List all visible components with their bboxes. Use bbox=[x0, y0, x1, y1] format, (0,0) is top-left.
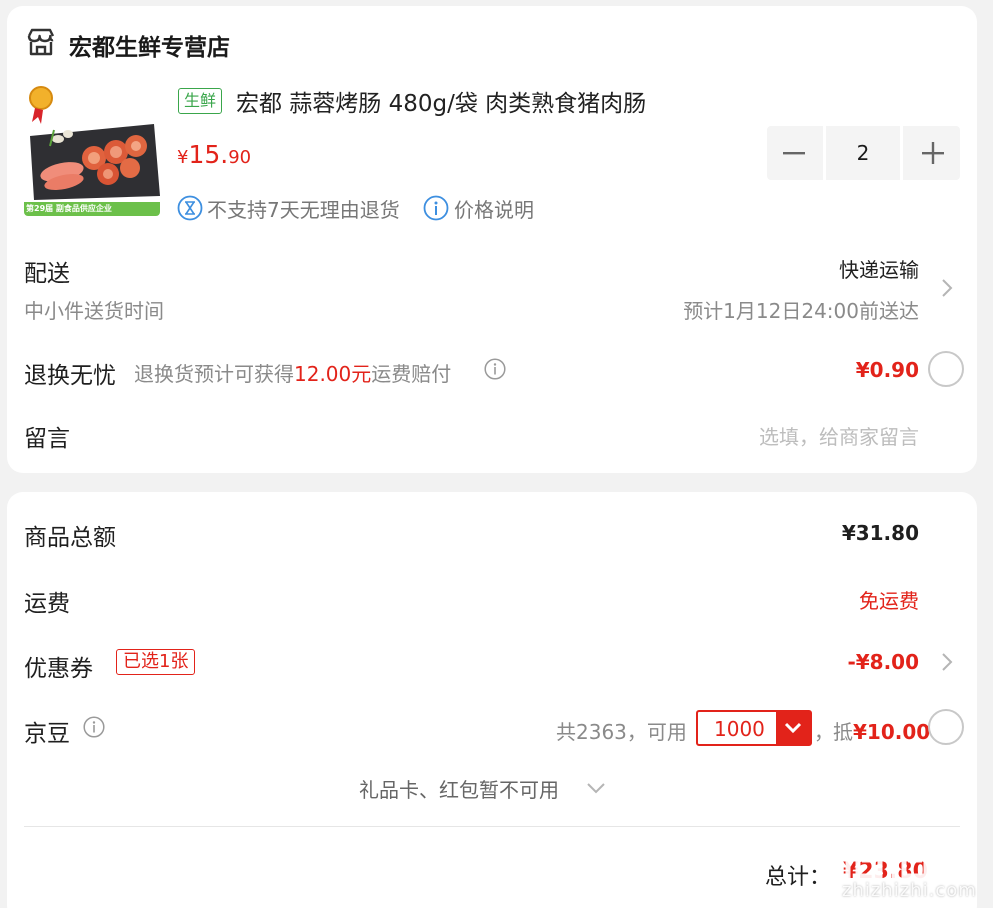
product-thumbnail[interactable]: 第29届 副食品供应企业 bbox=[24, 84, 160, 216]
no-return-policy: 不支持7天无理由退货 bbox=[207, 198, 400, 222]
message-label: 留言 bbox=[24, 426, 70, 452]
jd-bean-label: 京豆 bbox=[24, 721, 70, 747]
worry-free-label: 退换无忧 bbox=[24, 363, 116, 389]
jd-bean-selected-value: 1000 bbox=[714, 717, 765, 741]
freight-value: 免运费 bbox=[859, 589, 919, 613]
chevron-right-icon[interactable] bbox=[939, 276, 955, 300]
jd-bean-select[interactable]: 1000 bbox=[696, 710, 812, 746]
store-icon bbox=[27, 28, 55, 56]
price-decimal: 90 bbox=[228, 147, 252, 168]
chevron-down-icon bbox=[784, 722, 802, 734]
jd-bean-separator: ， bbox=[814, 720, 834, 744]
message-input[interactable]: 选填，给商家留言 bbox=[759, 421, 919, 450]
increase-button[interactable] bbox=[906, 126, 960, 180]
price-symbol: ¥ bbox=[177, 147, 189, 168]
shipping-label: 配送 bbox=[24, 261, 70, 287]
coupon-selected-tag[interactable]: 已选1张 bbox=[116, 649, 196, 675]
coupon-value[interactable]: -¥8.00 bbox=[847, 650, 919, 674]
price-integer: 15. bbox=[188, 140, 229, 169]
quantity-input[interactable]: 2 bbox=[823, 126, 903, 180]
goods-total-value: ¥31.80 bbox=[841, 521, 919, 545]
decrease-button[interactable] bbox=[767, 126, 821, 180]
divider bbox=[24, 826, 960, 827]
chevron-down-icon[interactable] bbox=[585, 781, 607, 795]
total-label: 总计： bbox=[765, 865, 832, 890]
worry-free-amount: 12.00元 bbox=[294, 362, 372, 386]
shop-name[interactable]: 宏都生鲜专营店 bbox=[69, 28, 230, 62]
goods-total-label: 商品总额 bbox=[24, 525, 116, 551]
coupon-label: 优惠券 bbox=[24, 656, 93, 682]
worry-free-radio[interactable] bbox=[928, 351, 964, 387]
jd-bean-radio[interactable] bbox=[928, 709, 964, 745]
worry-free-price: ¥0.90 bbox=[855, 358, 919, 382]
info-icon[interactable] bbox=[423, 195, 449, 221]
fresh-tag: 生鲜 bbox=[178, 88, 223, 114]
worry-free-desc-pre: 退换货预计可获得 bbox=[134, 362, 294, 386]
shipping-eta[interactable]: 预计1月12日24:00前送达 bbox=[683, 295, 919, 324]
jd-bean-deduct: 抵¥10.00 bbox=[833, 716, 930, 745]
shipping-method[interactable]: 快递运输 bbox=[839, 254, 919, 283]
gift-card-toggle[interactable]: 礼品卡、红包暂不可用 bbox=[359, 774, 559, 803]
dropdown-arrow[interactable] bbox=[776, 712, 810, 744]
freight-label: 运费 bbox=[24, 591, 70, 617]
jd-bean-deduct-value: ¥10.00 bbox=[853, 720, 931, 744]
info-icon[interactable] bbox=[83, 716, 105, 738]
product-title[interactable]: 宏都 蒜蓉烤肠 480g/袋 肉类熟食猪肉肠 bbox=[236, 84, 646, 118]
unit-price: ¥15.90 bbox=[177, 140, 251, 169]
shipping-sub: 中小件送货时间 bbox=[24, 299, 164, 323]
price-note-link[interactable]: 价格说明 bbox=[454, 194, 534, 223]
quantity-stepper: 2 bbox=[767, 126, 960, 180]
jd-bean-total: 共2363，可用 bbox=[556, 720, 687, 744]
worry-free-desc-post: 运费赔付 bbox=[371, 362, 452, 386]
no-return-icon bbox=[177, 195, 203, 221]
plus-icon bbox=[922, 142, 944, 164]
chevron-right-icon[interactable] bbox=[939, 650, 955, 674]
minus-icon bbox=[783, 152, 805, 155]
order-item-card: 宏都生鲜专营店 第29届 副食品供应企业 生鲜 宏都 蒜蓉烤肠 480g/袋 肉… bbox=[7, 6, 977, 473]
watermark-text: zhizhizhi.com bbox=[842, 880, 977, 901]
info-icon[interactable] bbox=[484, 358, 506, 380]
jd-bean-deduct-pre: 抵 bbox=[833, 720, 853, 744]
order-summary-card: 商品总额 ¥31.80 运费 免运费 优惠券 已选1张 -¥8.00 京豆 共2… bbox=[7, 492, 977, 908]
worry-free-desc: 退换货预计可获得12.00元运费赔付 bbox=[134, 358, 451, 387]
thumbnail-banner: 第29届 副食品供应企业 bbox=[26, 204, 112, 213]
